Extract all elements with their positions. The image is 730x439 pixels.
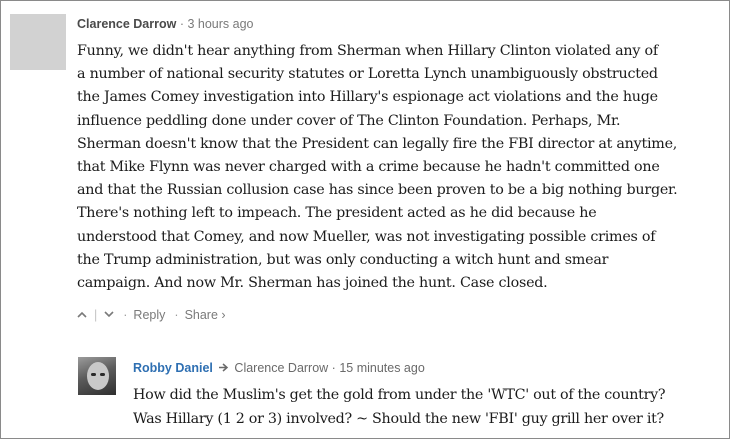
comment-line: that Mike Flynn was never charged with a… <box>77 159 660 176</box>
author-name[interactable]: Clarence Darrow <box>77 17 176 31</box>
reply-avatar[interactable] <box>78 357 116 395</box>
avatar-eye <box>100 373 105 376</box>
avatar[interactable] <box>10 14 66 70</box>
separator-dot: · <box>174 308 179 322</box>
timestamp[interactable]: 3 hours ago <box>187 17 253 31</box>
comment-thread: Clarence Darrow · 3 hours ago Funny, we … <box>0 0 730 439</box>
chevron-down-icon[interactable] <box>104 310 114 321</box>
comment-header: Clarence Darrow · 3 hours ago <box>77 17 254 31</box>
reply-button[interactable]: Reply <box>133 308 165 322</box>
vote-divider: | <box>94 308 98 322</box>
comment-actions: | · Reply · Share › <box>77 308 226 322</box>
comment-line: a number of national security statutes o… <box>77 66 658 83</box>
reply-timestamp[interactable]: 15 minutes ago <box>339 361 424 375</box>
avatar-eye <box>91 373 96 376</box>
reply-author-name[interactable]: Robby Daniel <box>133 361 213 375</box>
chevron-up-icon[interactable] <box>77 310 87 321</box>
share-button[interactable]: Share › <box>185 308 226 322</box>
reply-line: How did the Muslim's get the gold from u… <box>133 387 666 403</box>
reply-to-name[interactable]: Clarence Darrow <box>234 361 328 375</box>
comment-line: the James Comey investigation into Hilla… <box>77 89 658 106</box>
comment-line: and that the Russian collusion case has … <box>77 182 678 199</box>
comment-line: Sherman doesn't know that the President … <box>77 135 678 152</box>
comment-line: There's nothing left to impeach. The pre… <box>77 205 597 222</box>
separator-dot: · <box>176 17 188 31</box>
comment-line: understood that Comey, and now Mueller, … <box>77 228 656 245</box>
separator-dot: · <box>328 361 340 375</box>
separator-dot: · <box>123 308 128 322</box>
comment-line: influence peddling done under cover of T… <box>77 112 621 129</box>
comment-body: Funny, we didn't hear anything from Sher… <box>77 40 725 295</box>
reply-header: Robby Daniel Clarence Darrow · 15 minute… <box>133 361 425 375</box>
comment-line: the Trump administration, but was only c… <box>77 251 609 268</box>
reply-arrow-icon <box>218 363 232 375</box>
avatar-face <box>87 362 109 390</box>
comment-line: Funny, we didn't hear anything from Sher… <box>77 43 658 59</box>
reply-line: Was Hillary (1 2 or 3) involved? ~ Shoul… <box>133 411 664 427</box>
comment-line: campaign. And now Mr. Sherman has joined… <box>77 275 548 292</box>
reply-body: How did the Muslim's get the gold from u… <box>133 383 666 431</box>
